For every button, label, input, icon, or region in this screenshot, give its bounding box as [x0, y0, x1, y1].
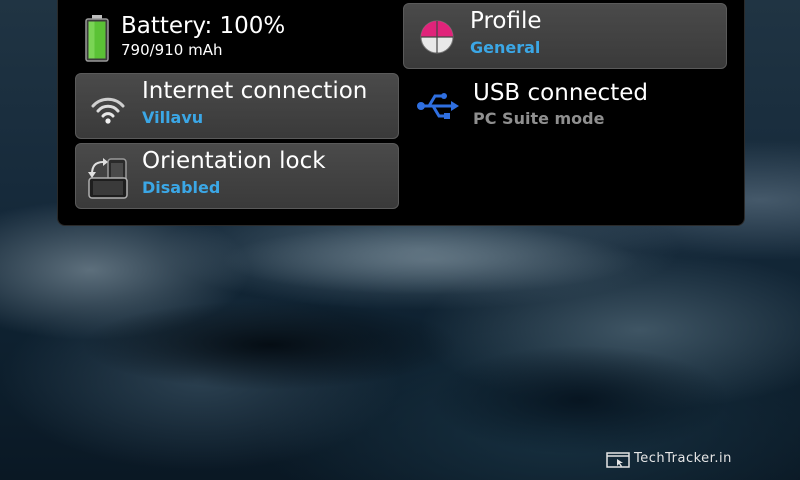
wallpaper-highlight: [220, 225, 640, 295]
battery-title: Battery: 100%: [121, 13, 286, 39]
battery-status: Battery: 100% 790/910 mAh: [76, 9, 396, 65]
usb-value: PC Suite mode: [473, 109, 605, 128]
status-menu-panel: Battery: 100% 790/910 mAh Profile Genera…: [57, 0, 745, 226]
orientation-lock-button[interactable]: Orientation lock Disabled: [75, 143, 399, 209]
wallpaper-shade: [430, 345, 730, 455]
usb-title: USB connected: [473, 80, 648, 106]
orientation-icon: [88, 158, 128, 199]
wifi-icon: [91, 97, 125, 124]
profile-value: General: [470, 38, 541, 57]
usb-icon: [417, 93, 459, 119]
watermark-text: TechTracker.in: [634, 451, 732, 466]
orientation-value: Disabled: [142, 178, 221, 197]
internet-connection-button[interactable]: Internet connection Villavu: [75, 73, 399, 139]
usb-status: USB connected PC Suite mode: [403, 73, 727, 139]
profile-title: Profile: [470, 8, 542, 34]
orientation-title: Orientation lock: [142, 148, 326, 174]
wallpaper-shade: [80, 300, 460, 390]
battery-icon: [85, 15, 109, 62]
battery-detail: 790/910 mAh: [121, 41, 223, 59]
watermark-logo-icon: [606, 452, 630, 468]
profile-button[interactable]: Profile General: [403, 3, 727, 69]
profile-icon: [420, 20, 454, 54]
internet-value: Villavu: [142, 108, 204, 127]
internet-title: Internet connection: [142, 78, 368, 104]
